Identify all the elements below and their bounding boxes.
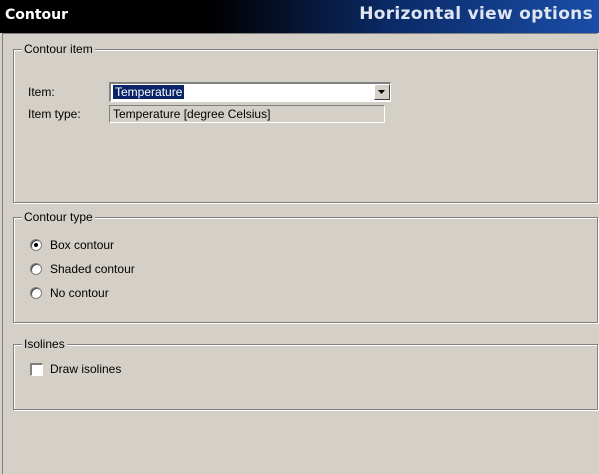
contour-item-group: Contour item Item: Temperature Item type… <box>13 42 598 203</box>
dropdown-button[interactable] <box>374 84 390 100</box>
isolines-legend: Isolines <box>22 337 67 351</box>
panel-subtitle: Horizontal view options <box>359 4 593 24</box>
contour-item-legend: Contour item <box>22 42 95 56</box>
isolines-group: Isolines Draw isolines <box>13 337 598 410</box>
chevron-down-icon <box>378 90 385 94</box>
radio-button[interactable] <box>30 287 42 299</box>
draw-isolines-checkbox[interactable] <box>30 363 43 376</box>
item-select-value: Temperature <box>113 85 185 99</box>
item-select[interactable]: Temperature <box>109 82 391 102</box>
item-type-label: Item type: <box>28 107 81 121</box>
title-bar: Contour Horizontal view options <box>0 0 599 33</box>
contour-type-group: Contour type Box contour Shaded contour … <box>13 210 598 323</box>
contour-type-legend: Contour type <box>22 210 95 224</box>
radio-button-selected[interactable] <box>30 239 42 251</box>
item-type-field: Temperature [degree Celsius] <box>109 105 385 123</box>
radio-label[interactable]: No contour <box>50 286 109 300</box>
options-panel: Contour item Item: Temperature Item type… <box>2 33 598 474</box>
checkbox-label[interactable]: Draw isolines <box>50 362 121 376</box>
radio-label[interactable]: Box contour <box>50 238 114 252</box>
radio-button[interactable] <box>30 263 42 275</box>
panel-title: Contour <box>5 7 69 23</box>
radio-label[interactable]: Shaded contour <box>50 262 135 276</box>
item-label: Item: <box>28 85 55 99</box>
